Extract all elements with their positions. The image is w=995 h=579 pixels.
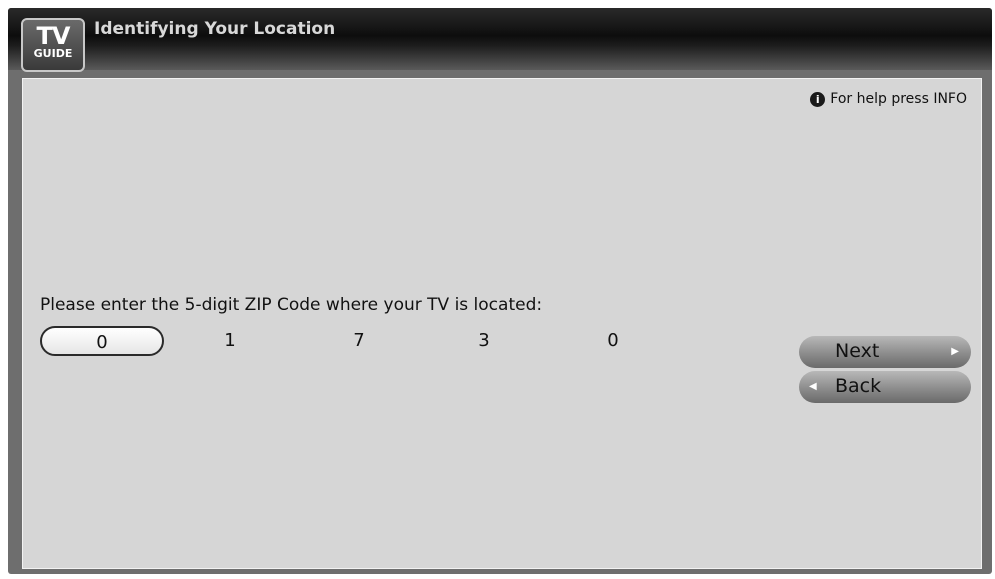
back-button[interactable]: ◀ Back xyxy=(799,371,971,403)
zip-digit-1[interactable]: 0 xyxy=(40,326,164,356)
logo-tv-text: TV xyxy=(36,22,71,50)
zip-digit-3[interactable]: 7 xyxy=(297,326,421,356)
info-icon: i xyxy=(810,91,826,107)
page-title: Identifying Your Location xyxy=(94,19,336,39)
next-button[interactable]: Next ▶ xyxy=(799,336,971,368)
help-hint: i For help press INFO xyxy=(810,91,967,107)
logo-guide-text: GUIDE xyxy=(33,47,73,60)
content-panel: i For help press INFO Please enter the 5… xyxy=(22,78,982,569)
next-button-label: Next xyxy=(835,340,880,362)
tv-screen: TV GUIDE Identifying Your Location i For… xyxy=(8,8,992,574)
chevron-left-icon: ◀ xyxy=(809,381,817,392)
zip-digit-5[interactable]: 0 xyxy=(551,326,675,356)
title-bar: TV GUIDE Identifying Your Location xyxy=(8,8,992,72)
zip-digit-2[interactable]: 1 xyxy=(168,326,292,356)
zip-code-input[interactable]: 0 1 7 3 0 xyxy=(40,326,660,360)
back-button-label: Back xyxy=(835,375,882,397)
zip-prompt: Please enter the 5-digit ZIP Code where … xyxy=(40,295,543,315)
help-text: For help press INFO xyxy=(830,91,967,107)
zip-digit-4[interactable]: 3 xyxy=(422,326,546,356)
chevron-right-icon: ▶ xyxy=(951,346,959,357)
tv-guide-logo: TV GUIDE xyxy=(21,18,85,72)
